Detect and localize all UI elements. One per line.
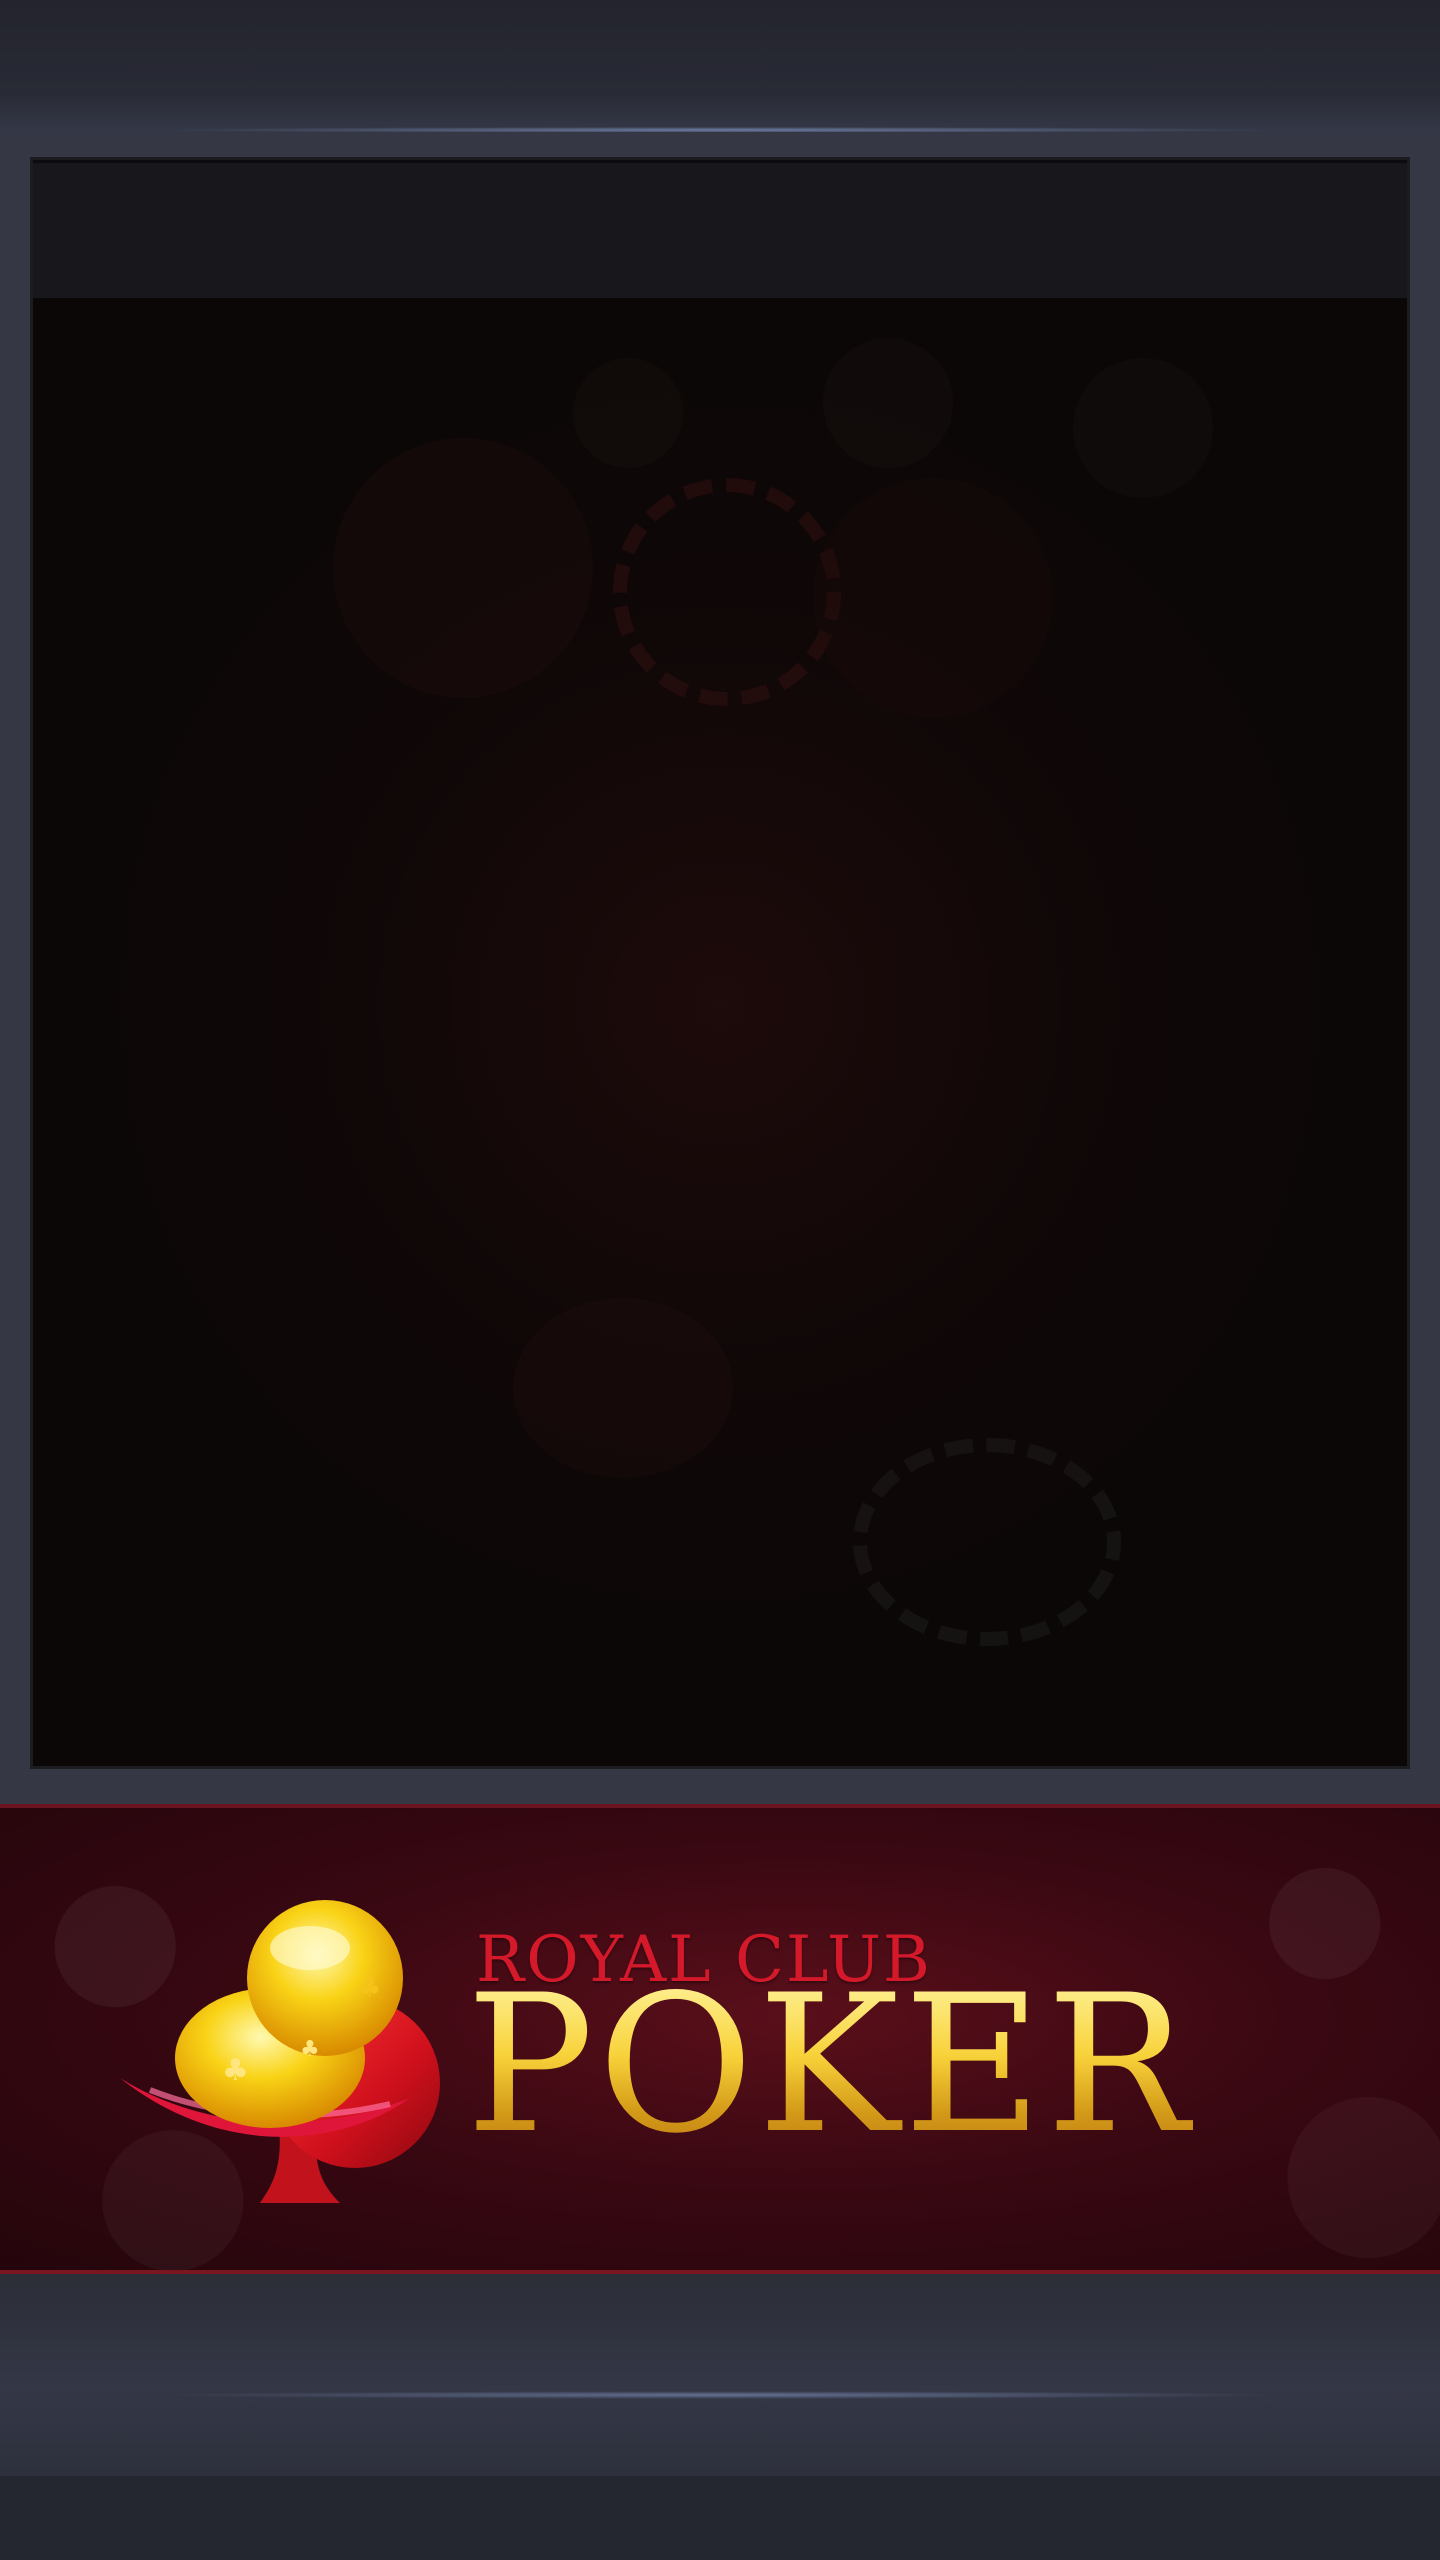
poker-chip <box>853 1438 1121 1646</box>
poker-chip <box>333 438 593 698</box>
svg-text:♣: ♣ <box>222 2053 249 2088</box>
poker-chip <box>573 358 683 468</box>
poker-chip <box>823 338 953 468</box>
bottom-strip <box>0 2476 1440 2560</box>
poker-chip <box>813 478 1053 718</box>
panel-header <box>33 160 1407 301</box>
poker-chip <box>513 1298 733 1478</box>
main-panel <box>30 157 1410 1769</box>
poker-chip <box>613 478 841 706</box>
brand-banner: ♣ ♣ ♣ ROYAL CLUB POKER <box>0 1804 1440 2274</box>
brand-title: POKER <box>466 1954 1194 2175</box>
svg-text:♣: ♣ <box>358 1973 381 2003</box>
poker-chip <box>1073 358 1213 498</box>
bottom-divider-glow <box>0 2390 1440 2400</box>
club-suit-icon: ♣ ♣ ♣ <box>120 1900 440 2203</box>
panel-background-image <box>33 298 1407 1766</box>
top-bar <box>0 0 1440 132</box>
svg-text:♣: ♣ <box>300 2037 320 2062</box>
